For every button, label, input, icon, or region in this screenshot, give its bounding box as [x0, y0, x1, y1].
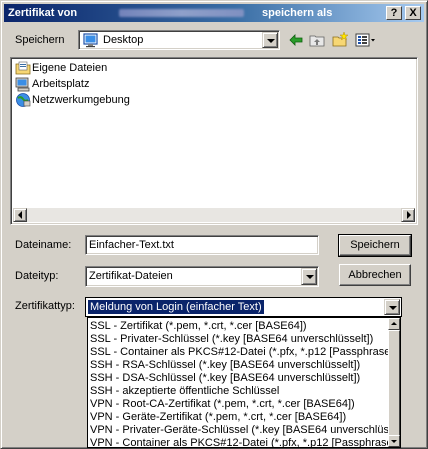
location-dropdown-button[interactable] [262, 32, 278, 48]
desktop-icon [83, 32, 99, 48]
chevron-down-icon [306, 275, 314, 279]
title-text-prefix: Zertifikat von [8, 7, 78, 19]
redacted-title-part [119, 9, 244, 17]
title-text-suffix: speichern als [262, 7, 333, 19]
cancel-button[interactable]: Abbrechen [339, 264, 411, 286]
scroll-thumb[interactable] [388, 330, 400, 442]
filename-label: Dateiname: [15, 239, 72, 251]
dropdown-option[interactable]: SSL - Zertifikat (*.pem, *.crt, *.cer [B… [90, 320, 307, 332]
file-list[interactable]: Eigene Dateien Arbeitsplatz Netzwerkumge… [10, 57, 418, 225]
certtype-label: Zertifikattyp: [15, 300, 75, 312]
dropdown-option[interactable]: SSL - Container als PKCS#12-Datei (*.pfx… [90, 346, 400, 358]
dropdown-option[interactable]: VPN - Container als PKCS#12-Datei (*.pfx… [90, 437, 400, 447]
location-combobox[interactable]: Desktop [78, 30, 280, 50]
save-dialog: Zertifikat von speichern als ? X Speiche… [0, 0, 428, 449]
arrow-up-icon [391, 322, 397, 325]
location-label: Speichern [15, 34, 65, 46]
close-button[interactable]: X [405, 6, 421, 20]
list-item-label: Arbeitsplatz [32, 78, 90, 90]
certtype-value: Meldung von Login (einfacher Text) [88, 300, 264, 314]
dropdown-option[interactable]: VPN - Geräte-Zertifikat (*.pem, *.crt, *… [90, 411, 346, 423]
scroll-down-button[interactable] [388, 435, 400, 447]
certtype-dropdown-button[interactable] [384, 299, 400, 315]
list-item-label: Netzwerkumgebung [32, 94, 130, 106]
location-value: Desktop [103, 34, 144, 46]
my-computer-icon [15, 76, 31, 92]
horizontal-scrollbar[interactable] [13, 208, 415, 222]
scroll-left-button[interactable] [13, 208, 27, 222]
network-icon [15, 92, 31, 108]
certtype-dropdown-list[interactable]: SSL - Zertifikat (*.pem, *.crt, *.cer [B… [87, 317, 401, 448]
title-bar[interactable]: Zertifikat von speichern als ? X [4, 4, 424, 22]
filetype-value: Zertifikat-Dateien [89, 270, 173, 282]
up-folder-icon[interactable] [309, 32, 325, 48]
dropdown-option[interactable]: VPN - Privater-Geräte-Schlüssel (*.key [… [90, 424, 389, 436]
dropdown-option[interactable]: SSL - Privater-Schlüssel (*.key [BASE64 … [90, 333, 373, 345]
dropdown-option[interactable]: SSH - RSA-Schlüssel (*.key [BASE64 unver… [90, 359, 360, 371]
chevron-down-icon [267, 39, 275, 43]
scroll-up-button[interactable] [388, 318, 400, 330]
view-menu-icon[interactable] [355, 32, 377, 48]
arrow-down-icon [391, 440, 397, 443]
dropdown-option[interactable]: SSH - DSA-Schlüssel (*.key [BASE64 unver… [90, 372, 360, 384]
dropdown-option[interactable]: VPN - Root-CA-Zertifikat (*.pem, *.crt, … [90, 398, 355, 410]
scroll-right-button[interactable] [401, 208, 415, 222]
back-arrow-icon[interactable] [288, 32, 304, 48]
help-button[interactable]: ? [386, 6, 402, 20]
arrow-left-icon [18, 211, 22, 219]
filename-input[interactable]: Einfacher-Text.txt [85, 235, 319, 255]
new-folder-icon[interactable] [332, 31, 349, 48]
filetype-label: Dateityp: [15, 270, 59, 282]
arrow-right-icon [407, 211, 411, 219]
chevron-down-icon [389, 306, 397, 310]
save-button[interactable]: Speichern [338, 234, 412, 257]
list-item-label: Eigene Dateien [32, 62, 108, 74]
dropdown-option[interactable]: SSH - akzeptierte öffentliche Schlüssel [90, 385, 279, 397]
filetype-dropdown-button[interactable] [301, 268, 317, 285]
certtype-select[interactable]: Meldung von Login (einfacher Text) [85, 297, 402, 317]
my-documents-icon [15, 60, 31, 76]
dropdown-scrollbar[interactable] [388, 318, 400, 447]
filetype-select[interactable]: Zertifikat-Dateien [85, 266, 319, 287]
filename-value: Einfacher-Text.txt [89, 239, 174, 251]
